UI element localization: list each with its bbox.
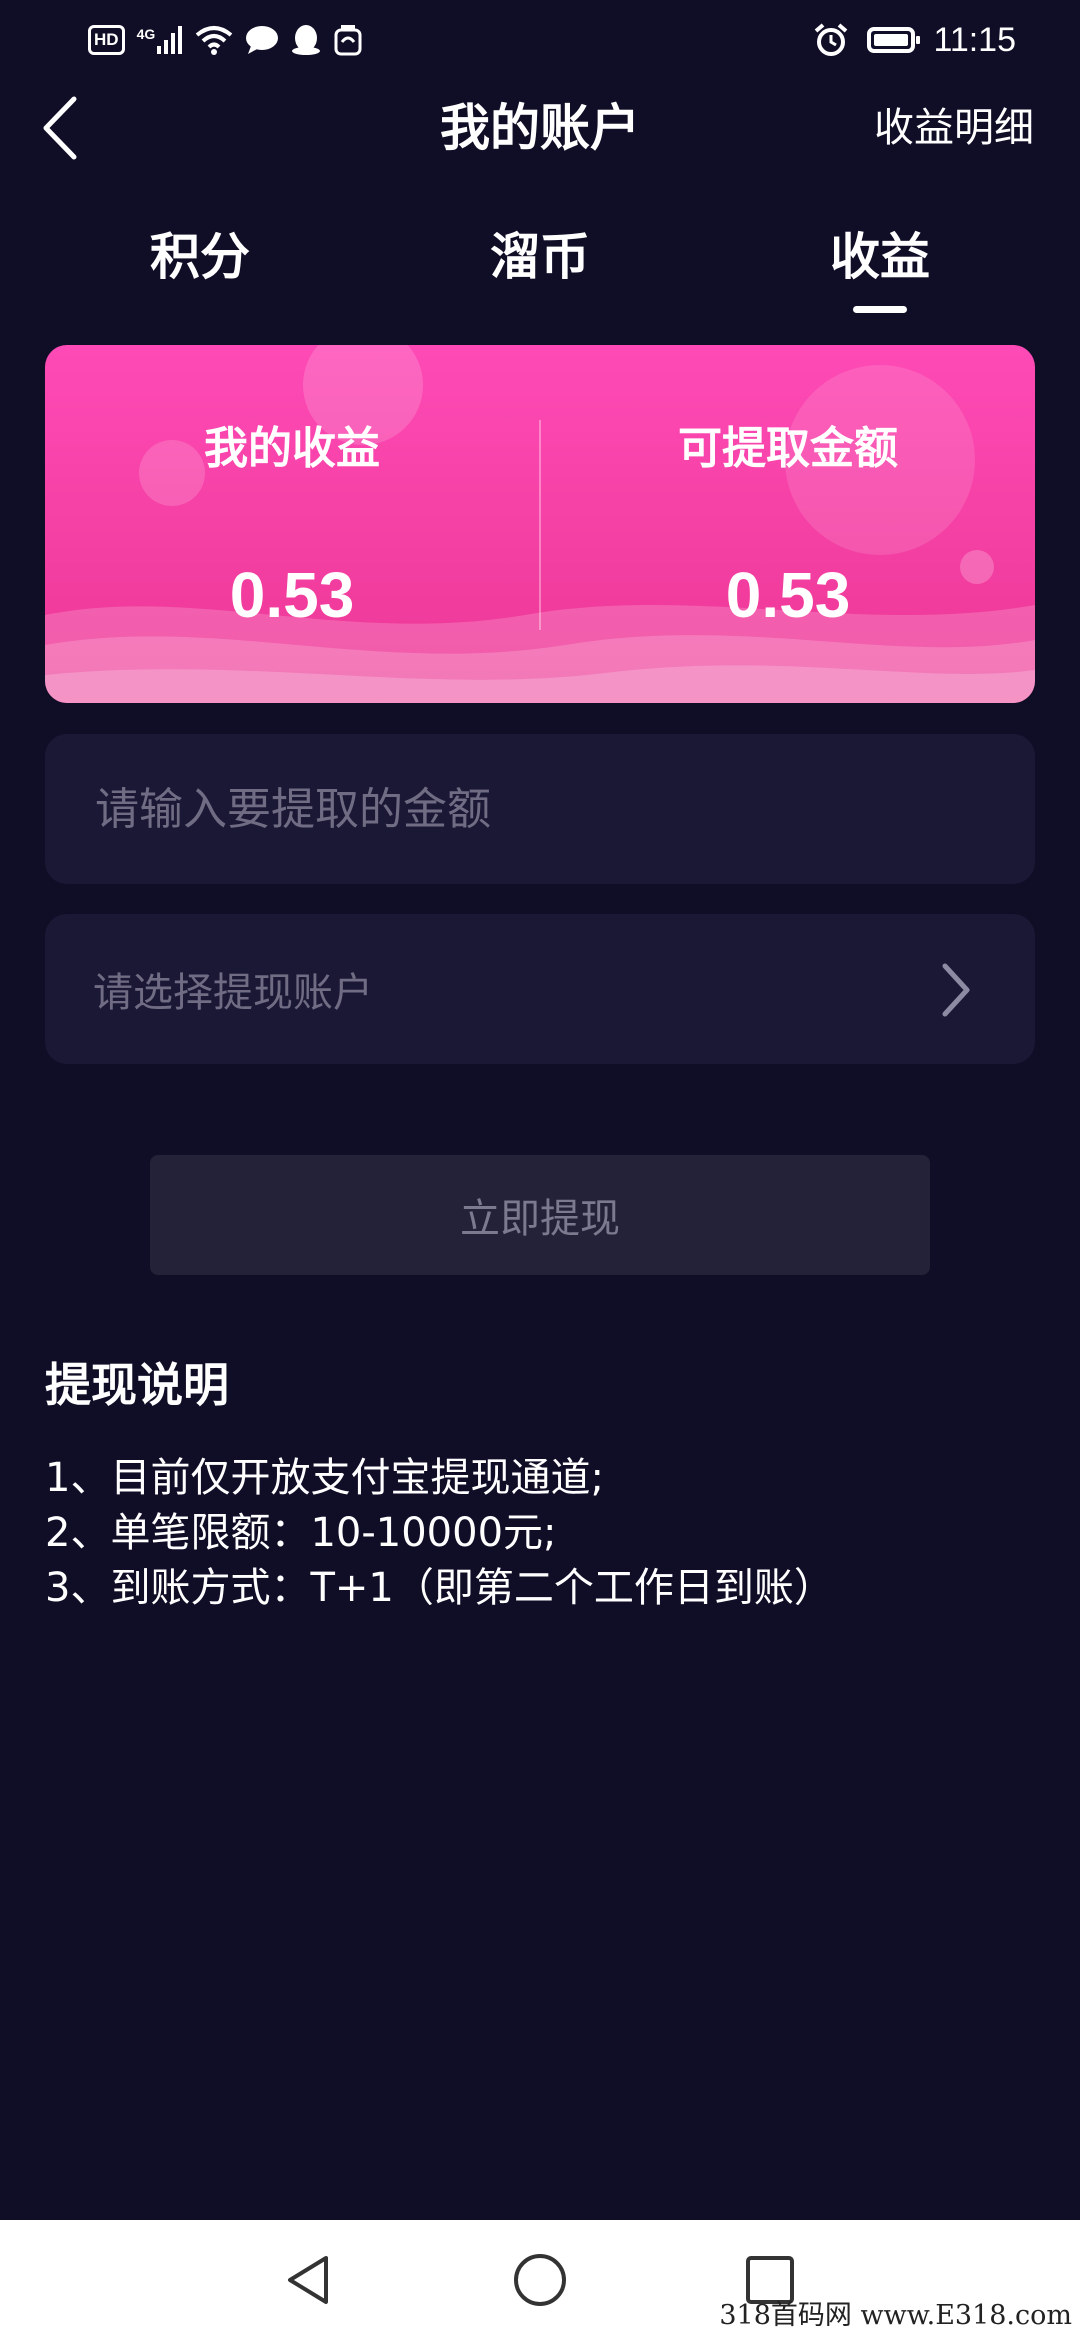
- alarm-icon: [815, 23, 848, 56]
- nav-back-icon[interactable]: [278, 2250, 338, 2310]
- battery-icon: [867, 27, 921, 53]
- system-nav-bar: 318首码网 www.E318.com: [0, 2220, 1080, 2340]
- withdrawable-value: 0.53: [725, 559, 851, 631]
- penguin-icon: [292, 25, 321, 55]
- chat-bubble-icon: [246, 26, 279, 54]
- my-earnings-label: 我的收益: [204, 423, 380, 474]
- app-notification-icon: [334, 25, 362, 56]
- wifi-icon: [195, 26, 233, 55]
- watermark-text: 318首码网 www.E318.com: [719, 2300, 1072, 2331]
- withdrawable-label: 可提取金额: [678, 423, 898, 474]
- tab-points[interactable]: 积分: [80, 222, 320, 292]
- hd-badge: HD: [88, 25, 125, 55]
- amount-input[interactable]: [93, 782, 997, 836]
- earnings-detail-link[interactable]: 收益明细: [874, 96, 1034, 160]
- account-selector[interactable]: 请选择提现账户: [45, 914, 1035, 1064]
- instruction-line: 3、到账方式：T+1（即第二个工作日到账）: [45, 1565, 834, 1611]
- amount-field[interactable]: [45, 734, 1035, 884]
- instruction-line: 1、目前仅开放支付宝提现通道;: [45, 1455, 604, 1501]
- tab-earnings[interactable]: 收益: [760, 222, 1000, 292]
- instruction-line: 2、单笔限额：10-10000元;: [45, 1510, 557, 1556]
- chevron-right-icon: [942, 963, 970, 1017]
- account-placeholder: 请选择提现账户: [93, 970, 373, 1016]
- tab-coins[interactable]: 溜币: [420, 222, 660, 292]
- status-icons-left: HD 4G: [88, 20, 363, 60]
- instructions-title: 提现说明: [45, 1358, 229, 1412]
- status-icons-right: 11:15: [813, 18, 1016, 62]
- nav-home-icon[interactable]: [510, 2250, 570, 2310]
- signal-bars-icon: [157, 26, 183, 54]
- my-earnings-value: 0.53: [229, 559, 355, 631]
- signal-icon: 4G: [137, 26, 184, 54]
- status-time: 11:15: [933, 20, 1016, 59]
- active-tab-indicator: [853, 306, 907, 313]
- status-bar: HD 4G 11:15: [0, 0, 1080, 80]
- earnings-card: 我的收益 0.53 可提取金额 0.53: [45, 345, 1035, 703]
- withdraw-button[interactable]: 立即提现: [150, 1155, 930, 1275]
- network-type: 4G: [136, 26, 156, 42]
